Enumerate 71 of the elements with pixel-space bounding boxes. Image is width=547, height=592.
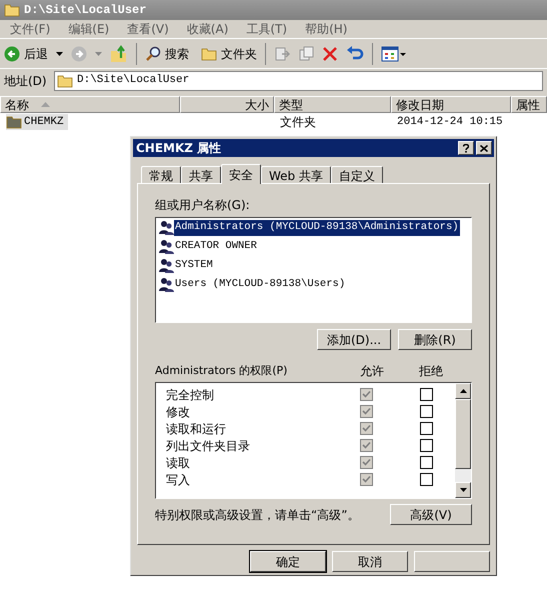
advanced-button[interactable]: 高级(V) [390, 504, 472, 525]
tab[interactable]: Web 共享 [261, 166, 331, 183]
column-header[interactable]: 修改日期 [391, 96, 511, 113]
permission-name: 完全控制 [166, 386, 215, 404]
permissions-label: Administrators 的权限(P) [155, 362, 288, 379]
tab[interactable]: 自定义 [330, 166, 383, 183]
permission-name: 列出文件夹目录 [166, 438, 251, 454]
scroll-down-icon[interactable] [460, 488, 466, 492]
permission-name: 写入 [166, 472, 191, 488]
scrollbar[interactable] [455, 383, 471, 498]
tab[interactable]: 常规 [141, 166, 181, 183]
checkbox[interactable] [420, 473, 433, 486]
address-label: 地址(D) [4, 72, 48, 90]
menu-item[interactable]: 查看(V) [127, 20, 169, 38]
allow-header: 允许 [359, 363, 385, 380]
folder-icon [57, 74, 73, 88]
question-mark-icon [463, 144, 469, 152]
folder-icon [6, 115, 22, 129]
advanced-hint: 特别权限或高级设置，请单击“高级”。 [155, 506, 360, 524]
date-cell-text: 2014-12-24 10:15 [396, 114, 504, 130]
checkbox[interactable] [420, 388, 433, 401]
dialog-title: CHEMKZ 属性 [136, 140, 222, 157]
tab[interactable]: 共享 [181, 166, 221, 183]
menu-item[interactable]: 收藏(A) [186, 20, 228, 38]
column-header[interactable]: 属性 [511, 96, 547, 113]
permission-name: 修改 [166, 404, 191, 420]
permission-name: 读取和运行 [166, 420, 227, 438]
menu-item[interactable]: 工具(T) [246, 20, 288, 38]
remove-button[interactable]: 删除(R) [398, 329, 472, 350]
close-button[interactable] [476, 141, 492, 155]
deny-header: 拒绝 [418, 363, 444, 380]
search-button[interactable]: 搜索 [145, 44, 189, 62]
views-icon[interactable] [381, 46, 407, 62]
folders-icon [201, 46, 217, 60]
column-header[interactable]: 大小 [180, 96, 274, 113]
user-item[interactable]: CREATOR OWNER [158, 239, 469, 255]
add-button[interactable]: 添加(D)... [317, 329, 391, 350]
search-icon [145, 46, 161, 62]
users-icon [158, 277, 174, 293]
dialog-button[interactable]: 取消 [332, 551, 408, 572]
folders-button[interactable]: 文件夹 [201, 44, 257, 62]
type-cell-text: 文件夹 [279, 114, 317, 131]
back-button[interactable]: 后退 [4, 44, 48, 62]
folder-icon [4, 3, 20, 17]
file-name[interactable]: CHEMKZ [6, 114, 68, 130]
menu-item[interactable]: 编辑(E) [68, 20, 110, 38]
undo-icon[interactable] [346, 46, 364, 62]
checkbox[interactable] [420, 405, 433, 418]
checkbox[interactable] [420, 422, 433, 435]
checkbox[interactable] [420, 456, 433, 469]
checkbox[interactable] [420, 439, 433, 452]
help-button[interactable] [458, 141, 474, 155]
column-header[interactable]: 名称 [0, 96, 180, 113]
column-header[interactable]: 类型 [274, 96, 391, 113]
menu-item[interactable]: 文件(F) [10, 20, 50, 38]
dropdown-icon[interactable] [56, 52, 63, 56]
user-item[interactable]: SYSTEM [158, 258, 469, 274]
scroll-up-icon[interactable] [460, 389, 466, 393]
close-icon [480, 144, 488, 152]
users-icon [158, 239, 174, 255]
menu-item[interactable]: 帮助(H) [305, 20, 348, 38]
delete-icon[interactable] [322, 46, 338, 62]
user-item[interactable]: Users (MYCLOUD-89138\Users) [158, 277, 469, 293]
dialog-button[interactable]: 确定 [250, 551, 326, 572]
group-label: 组或用户名称(G): [155, 197, 251, 214]
users-icon [158, 220, 174, 236]
tab[interactable]: 安全 [221, 164, 261, 184]
users-icon [158, 258, 174, 274]
address-field[interactable]: D:\Site\LocalUser [54, 70, 543, 90]
window-title: D:\Site\LocalUser [24, 2, 146, 19]
permission-name: 读取 [166, 454, 191, 472]
